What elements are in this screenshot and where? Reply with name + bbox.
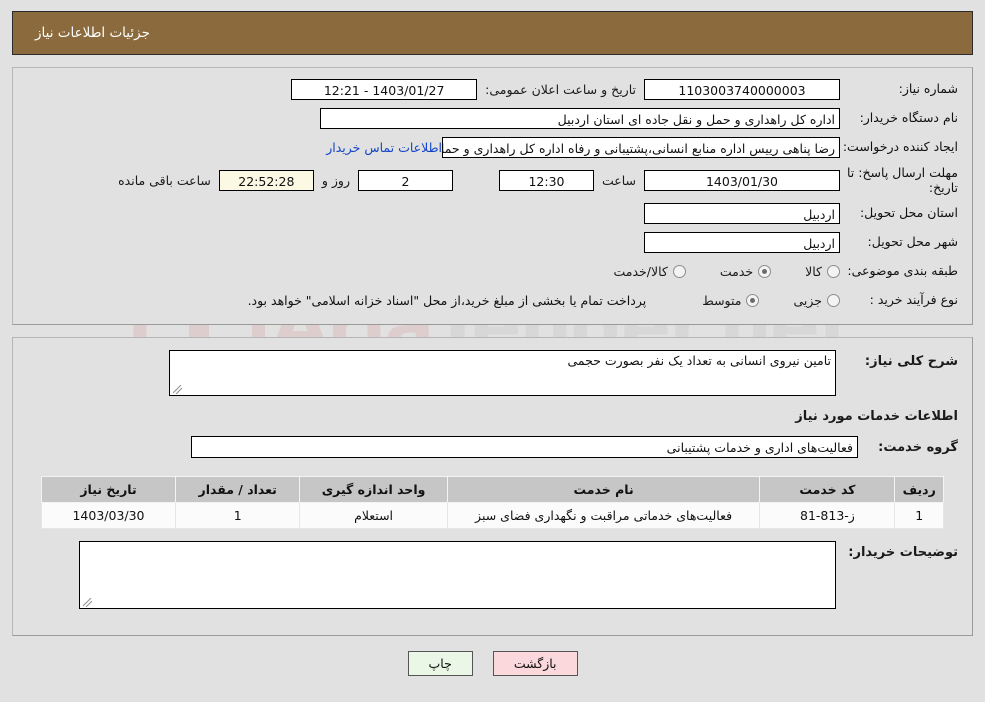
services-section-title: اطلاعات خدمات مورد نیاز: [795, 409, 958, 424]
column-header-service-code: کد خدمت: [759, 476, 896, 503]
need-summary-panel: شماره نیاز: 1103003740000003 تاریخ و ساع…: [12, 67, 973, 325]
category-label: طبقه بندی موضوعی:: [847, 263, 958, 279]
resize-grip-icon[interactable]: [173, 385, 182, 394]
row-general-description: شرح کلی نیاز: تامین نیروی انسانی به تعدا…: [13, 350, 972, 396]
row-process-type: نوع فرآیند خرید : جزیی متوسط پرداخت تمام…: [13, 289, 972, 311]
row-request-creator: ایجاد کننده درخواست: رضا پناهی رییس ادار…: [13, 136, 972, 158]
row-buyer-notes: توضیحات خریدار:: [13, 541, 972, 609]
category-option-kala-khedmat-label: کالا/خدمت: [613, 263, 668, 279]
services-table: ردیف کد خدمت نام خدمت واحد اندازه گیری ت…: [41, 476, 944, 529]
city-label: شهر محل تحویل:: [867, 234, 958, 250]
row-province: استان محل تحویل: اردبیل: [13, 202, 972, 224]
province-field[interactable]: اردبیل: [644, 202, 840, 224]
row-need-number: شماره نیاز: 1103003740000003 تاریخ و ساع…: [13, 78, 972, 100]
hour-label: ساعت: [601, 172, 636, 188]
remaining-days-field[interactable]: 2: [357, 169, 453, 191]
city-field[interactable]: اردبیل: [644, 231, 840, 253]
deadline-time-field[interactable]: 12:30: [498, 169, 594, 191]
print-button[interactable]: چاپ: [407, 651, 473, 676]
page-title: جزئیات اطلاعات نیاز: [35, 25, 150, 41]
process-type-label: نوع فرآیند خرید :: [869, 292, 958, 308]
process-note: پرداخت تمام یا بخشی از مبلغ خرید،از محل …: [247, 292, 647, 308]
radio-motevaset-icon[interactable]: [746, 293, 760, 307]
row-category: طبقه بندی موضوعی: کالا خدمت کالا/خدمت: [13, 260, 972, 282]
process-option-motevaset[interactable]: متوسط: [702, 292, 760, 308]
buyer-notes-label: توضیحات خریدار:: [848, 545, 958, 560]
category-option-khedmat-label: خدمت: [719, 263, 754, 279]
radio-kala-icon[interactable]: [827, 264, 840, 278]
column-header-quantity: تعداد / مقدار: [174, 476, 301, 503]
buyer-org-field[interactable]: اداره کل راهداری و حمل و نقل جاده ای است…: [320, 107, 840, 129]
need-number-label: شماره نیاز:: [898, 81, 958, 97]
resize-grip-icon[interactable]: [83, 598, 92, 607]
process-option-jozi-label: جزیی: [793, 292, 822, 308]
radio-jozi-icon[interactable]: [827, 293, 840, 307]
radio-khedmat-icon[interactable]: [758, 264, 772, 278]
column-header-unit: واحد اندازه گیری: [299, 476, 448, 503]
countdown-timer-field: 22:52:28: [218, 169, 314, 191]
announce-datetime-label: تاریخ و ساعت اعلان عمومی:: [485, 81, 636, 97]
row-deadline: مهلت ارسال پاسخ: تا تاریخ: 1403/01/30 سا…: [13, 165, 972, 195]
action-button-bar: بازگشت چاپ: [0, 651, 985, 676]
back-button[interactable]: بازگشت: [492, 651, 578, 676]
process-radio-group: جزیی متوسط: [668, 293, 840, 308]
cell-radif: 1: [894, 502, 944, 529]
request-creator-label: ایجاد کننده درخواست:: [842, 139, 958, 155]
deadline-label: مهلت ارسال پاسخ: تا تاریخ:: [847, 165, 958, 195]
row-buyer-org: نام دستگاه خریدار: اداره کل راهداری و حم…: [13, 107, 972, 129]
service-group-field[interactable]: فعالیت‌های اداری و خدمات پشتیبانی: [191, 436, 858, 458]
column-header-need-date: تاریخ نیاز: [41, 476, 176, 503]
announce-datetime-field[interactable]: 1403/01/27 - 12:21: [291, 78, 478, 100]
row-service-group: گروه خدمت: فعالیت‌های اداری و خدمات پشتی…: [13, 436, 972, 458]
buyer-notes-textarea[interactable]: [79, 541, 836, 609]
need-number-field[interactable]: 1103003740000003: [644, 78, 840, 100]
table-header-row: ردیف کد خدمت نام خدمت واحد اندازه گیری ت…: [41, 476, 944, 503]
deadline-date-field[interactable]: 1403/01/30: [644, 169, 840, 191]
radio-kala-khedmat-icon[interactable]: [672, 264, 686, 278]
buyer-contact-link[interactable]: اطلاعات تماس خریدار: [326, 140, 442, 155]
process-option-motevaset-label: متوسط: [702, 292, 742, 308]
row-city: شهر محل تحویل: اردبیل: [13, 231, 972, 253]
cell-need-date: 1403/03/30: [41, 502, 176, 529]
province-label: استان محل تحویل:: [859, 205, 958, 221]
category-radio-group: کالا خدمت کالا/خدمت: [579, 264, 840, 279]
cell-quantity: 1: [174, 502, 301, 529]
buyer-org-label: نام دستگاه خریدار:: [859, 110, 958, 126]
remaining-hours-label: ساعت باقی مانده: [118, 172, 211, 188]
category-option-kala-khedmat[interactable]: کالا/خدمت: [613, 263, 686, 279]
category-option-kala-label: کالا: [805, 263, 822, 279]
service-group-label: گروه خدمت:: [878, 440, 958, 455]
process-option-jozi[interactable]: جزیی: [793, 293, 840, 308]
general-description-label: شرح کلی نیاز:: [864, 354, 958, 369]
general-description-textarea[interactable]: تامین نیروی انسانی به تعداد یک نفر بصورت…: [169, 350, 836, 396]
need-details-panel: شرح کلی نیاز: تامین نیروی انسانی به تعدا…: [12, 337, 973, 636]
days-label: روز و: [321, 172, 350, 188]
request-creator-field[interactable]: رضا پناهی رییس اداره منابع انسانی،پشتیبا…: [442, 136, 840, 158]
column-header-radif: ردیف: [894, 476, 944, 503]
cell-service-code: ز-813-81: [759, 502, 896, 529]
column-header-service-name: نام خدمت: [446, 476, 761, 503]
page-header: جزئیات اطلاعات نیاز: [12, 11, 973, 55]
category-option-kala[interactable]: کالا: [805, 264, 840, 279]
table-row: 1 ز-813-81 فعالیت‌های خدماتی مراقبت و نگ…: [41, 502, 944, 529]
page-root: جزئیات اطلاعات نیاز شماره نیاز: 11030037…: [0, 11, 985, 676]
cell-service-name: فعالیت‌های خدماتی مراقبت و نگهداری فضای …: [446, 502, 761, 529]
category-option-khedmat[interactable]: خدمت: [719, 263, 772, 279]
cell-unit: استعلام: [299, 502, 448, 529]
